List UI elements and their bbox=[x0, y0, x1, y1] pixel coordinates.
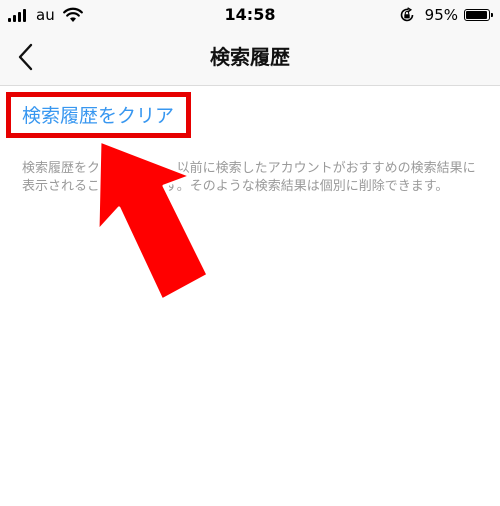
highlight-box bbox=[6, 92, 191, 138]
nav-bar: 検索履歴 bbox=[0, 30, 500, 86]
battery-fill bbox=[466, 11, 487, 19]
battery-percent: 95% bbox=[424, 6, 458, 24]
rotation-lock-icon bbox=[400, 7, 413, 22]
status-right: 95% bbox=[399, 6, 493, 24]
battery-icon bbox=[464, 9, 493, 21]
status-bar: au 14:58 95% bbox=[0, 0, 500, 30]
description-text: 検索履歴をクリアしても、以前に検索したアカウントがおすすめの検索結果に表示される… bbox=[22, 161, 476, 194]
screen: au 14:58 95% 検索履歴 検索履歴をクリア 検索履歴をクリアしても、以… bbox=[0, 0, 500, 506]
page-title: 検索履歴 bbox=[210, 45, 290, 69]
